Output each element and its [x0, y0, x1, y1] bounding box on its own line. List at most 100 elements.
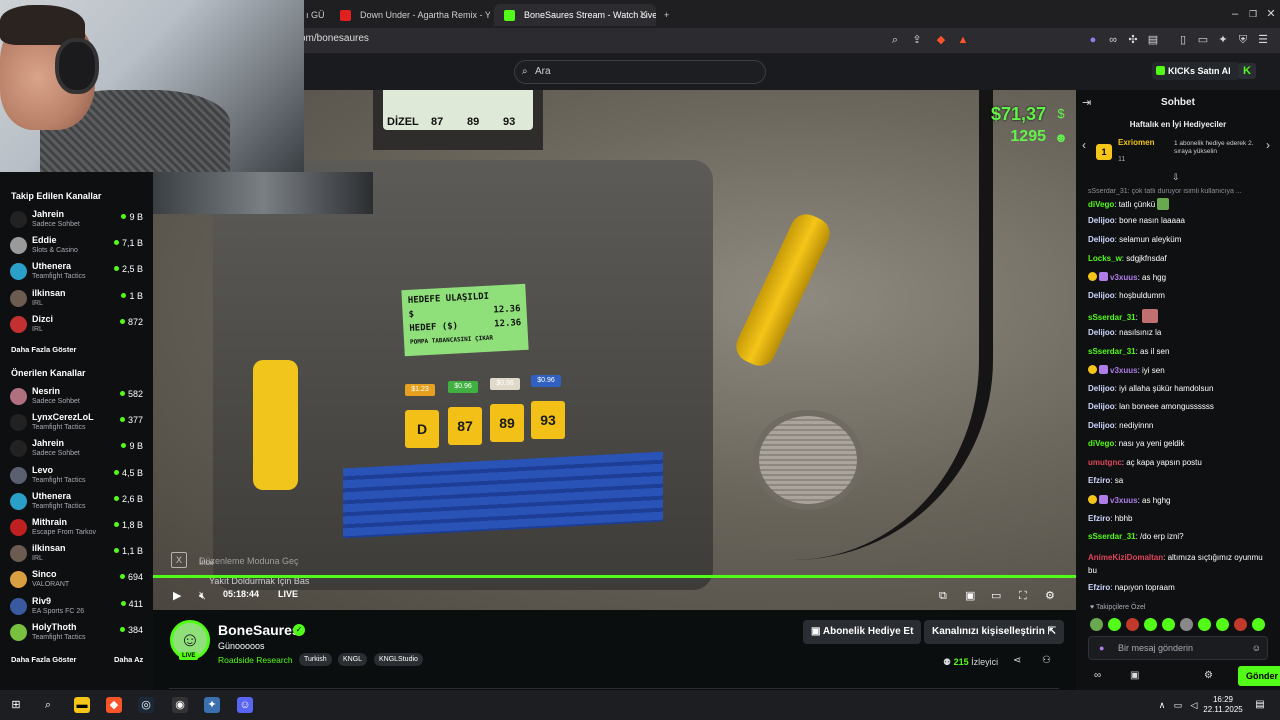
share-icon[interactable]: ⋖ — [1013, 655, 1021, 666]
play-icon[interactable]: ▶ — [173, 588, 181, 604]
chat-username[interactable]: sSserdar_31 — [1088, 313, 1136, 322]
pip-icon[interactable]: ⧉ — [939, 588, 947, 604]
file-explorer-icon[interactable]: ▬ — [74, 697, 90, 713]
leo-icon[interactable]: ✦ — [1216, 33, 1230, 47]
kicks-icon[interactable]: ∞ — [1094, 670, 1101, 681]
notifications-icon[interactable]: ▤ — [1252, 697, 1268, 713]
customize-channel-button[interactable]: Kanalınızı kişiselleştirin ⇱ — [924, 620, 1064, 644]
chat-username[interactable]: Delijoo — [1088, 216, 1115, 225]
chat-username[interactable]: Efziro — [1088, 476, 1110, 485]
windows-start-icon[interactable]: ⊞ — [8, 697, 24, 713]
chat-username[interactable]: v3xuus — [1110, 496, 1138, 505]
chat-username[interactable]: diVego — [1088, 439, 1114, 448]
chat-username[interactable]: Delijoo — [1088, 384, 1115, 393]
maximize-icon[interactable]: ❐ — [1246, 7, 1260, 21]
mic-icon[interactable]: ● — [1099, 637, 1104, 659]
chat-input[interactable]: ● Bir mesaj gönderin ☺ — [1088, 636, 1268, 660]
chat-username[interactable]: Delijoo — [1088, 421, 1115, 430]
emote-icon[interactable] — [1162, 618, 1175, 631]
buy-kicks-button[interactable]: KICKs Satın Al — [1152, 62, 1239, 80]
extension-icon[interactable]: ● — [1086, 33, 1100, 47]
chat-settings-icon[interactable]: ⚙ — [1204, 670, 1213, 681]
emote-icon[interactable] — [1216, 618, 1229, 631]
browser-tab[interactable]: Down Under - Agartha Remix - YouT — [330, 4, 490, 26]
emote-icon[interactable] — [1126, 618, 1139, 631]
channel-name[interactable]: BoneSaures — [218, 622, 300, 638]
search-icon[interactable]: ⌕ — [40, 697, 56, 713]
show-more-recommended[interactable]: Daha Fazla Göster — [11, 655, 76, 664]
channel-item[interactable]: Eddie Slots & Casino 7,1 B — [0, 234, 153, 260]
follow-user-icon[interactable]: ⚇ — [1042, 655, 1051, 666]
system-clock[interactable]: 16:29 22.11.2025 — [1198, 695, 1248, 715]
emoji-icon[interactable]: ☺ — [1252, 637, 1261, 659]
emote-icon[interactable] — [1108, 618, 1121, 631]
channel-item[interactable]: Uthenera Teamfight Tactics 2,6 B — [0, 490, 153, 516]
share-icon[interactable]: ⇪ — [910, 33, 924, 47]
emote-icon[interactable] — [1180, 618, 1193, 631]
channel-item[interactable]: Nesrin Sadece Sohbet 582 — [0, 385, 153, 411]
chat-username[interactable]: umutgnc — [1088, 458, 1122, 467]
gift-sub-button[interactable]: ▣ Abonelik Hediye Et — [803, 620, 922, 644]
chat-username[interactable]: sSserdar_31 — [1088, 347, 1136, 356]
chevron-right-icon[interactable]: › — [1266, 138, 1270, 152]
gifter-name[interactable]: Exriomen — [1118, 138, 1154, 147]
channel-item[interactable]: Mithrain Escape From Tarkov 1,8 B — [0, 516, 153, 542]
obs-icon[interactable]: ◉ — [172, 697, 188, 713]
emote-icon[interactable] — [1252, 618, 1265, 631]
channel-item[interactable]: Levo Teamfight Tactics 4,5 B — [0, 464, 153, 490]
emote-icon[interactable] — [1198, 618, 1211, 631]
chat-username[interactable]: Efziro — [1088, 583, 1110, 592]
media-icon[interactable]: ▤ — [1146, 33, 1160, 47]
theater-icon[interactable]: ▭ — [991, 588, 1001, 604]
chat-username[interactable]: Delijoo — [1088, 235, 1115, 244]
menu-icon[interactable]: ☰ — [1256, 33, 1270, 47]
emote-icon[interactable] — [1234, 618, 1247, 631]
stream-category[interactable]: Roadside Research — [218, 655, 293, 665]
live-label[interactable]: LIVE — [278, 589, 298, 599]
chat-username[interactable]: Locks_w — [1088, 254, 1122, 263]
sidebar-toggle-icon[interactable]: ▯ — [1176, 33, 1190, 47]
new-tab-button[interactable]: + — [658, 4, 682, 26]
channel-item[interactable]: Uthenera Teamfight Tactics 2,5 B — [0, 260, 153, 286]
clip-icon[interactable]: ▣ — [965, 588, 975, 604]
network-icon[interactable]: ▭ — [1170, 697, 1186, 713]
show-less-button[interactable]: Daha Az — [114, 655, 143, 664]
brave-icon[interactable]: ◆ — [106, 697, 122, 713]
puzzle-icon[interactable]: ✣ — [1126, 33, 1140, 47]
close-window-icon[interactable]: ✕ — [1264, 7, 1278, 21]
browser-tab-active[interactable]: BoneSaures Stream - Watch Live ✕ — [494, 4, 656, 26]
show-more-followed[interactable]: Daha Fazla Göster — [11, 345, 76, 354]
vpn-icon[interactable]: ⛨ — [1236, 33, 1250, 47]
progress-bar[interactable] — [153, 575, 1076, 578]
extension-icon[interactable]: ∞ — [1106, 33, 1120, 47]
tray-chevron-icon[interactable]: ∧ — [1154, 697, 1170, 713]
brave-rewards-icon[interactable]: ▲ — [956, 33, 970, 47]
steam-icon[interactable]: ◎ — [138, 697, 154, 713]
channel-item[interactable]: LynxCerezLoL Teamfight Tactics 377 — [0, 411, 153, 437]
search-input[interactable]: ⌕ Ara — [514, 60, 766, 84]
send-button[interactable]: Gönder — [1238, 666, 1280, 686]
channel-item[interactable]: HolyThoth Teamfight Tactics 384 — [0, 621, 153, 647]
app-icon[interactable]: ✦ — [204, 697, 220, 713]
chat-username[interactable]: Delijoo — [1088, 328, 1115, 337]
channel-item[interactable]: Jahrein Sadece Sohbet 9 B — [0, 208, 153, 234]
chat-username[interactable]: v3xuus — [1110, 366, 1138, 375]
wallet-icon[interactable]: ▭ — [1196, 33, 1210, 47]
fullscreen-icon[interactable]: ⛶ — [1019, 588, 1027, 604]
brave-shield-icon[interactable]: ◆ — [934, 33, 948, 47]
channel-item[interactable]: ilkinsan IRL 1 B — [0, 287, 153, 313]
emote-icon[interactable] — [1144, 618, 1157, 631]
chat-username[interactable]: sSserdar_31 — [1088, 532, 1136, 541]
zoom-icon[interactable]: ⌕ — [888, 33, 902, 47]
channel-item[interactable]: Jahrein Sadece Sohbet 9 B — [0, 437, 153, 463]
chat-username[interactable]: Efziro — [1088, 514, 1110, 523]
url-field[interactable]: om/bonesaures — [300, 33, 369, 44]
channel-item[interactable]: ilkinsan IRL 1,1 B — [0, 542, 153, 568]
channel-item[interactable]: Dizci IRL 872 — [0, 313, 153, 339]
mute-icon[interactable]: 🔇︎ — [199, 588, 206, 604]
minimize-icon[interactable]: – — [1228, 7, 1242, 21]
tag-chip[interactable]: KNGLStudio — [374, 653, 423, 666]
tag-chip[interactable]: KNGL — [338, 653, 368, 666]
user-avatar[interactable]: K — [1238, 63, 1256, 79]
discord-icon[interactable]: ☺ — [237, 697, 253, 713]
